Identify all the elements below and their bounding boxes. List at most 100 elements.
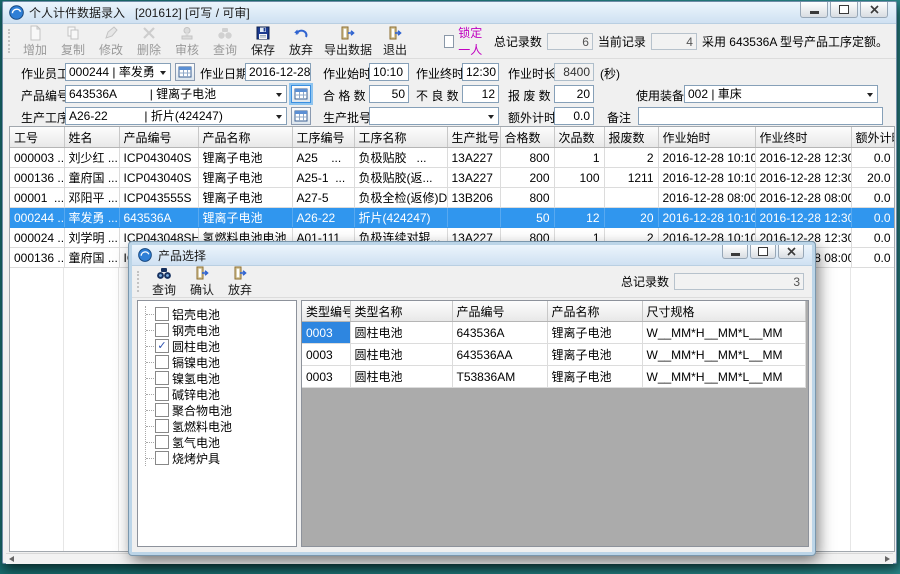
cell[interactable]: 13A227 <box>447 148 500 168</box>
scroll-right-icon[interactable] <box>885 556 890 562</box>
worker-lookup-button[interactable] <box>175 63 195 81</box>
cell[interactable]: 锂离子电池 <box>198 148 292 168</box>
cell[interactable]: 童府国 ... <box>64 168 119 188</box>
tree-item-4[interactable]: 镍氢电池 <box>146 370 296 386</box>
cell[interactable]: 圆柱电池 <box>350 366 452 388</box>
column-header-8[interactable]: 次品数 <box>554 127 604 148</box>
toolbar-button-7[interactable]: 放弃 <box>282 25 320 57</box>
tree-item-5[interactable]: 碱锌电池 <box>146 386 296 402</box>
cell[interactable]: 20.0 <box>851 168 895 188</box>
cell[interactable]: ICP043040S <box>119 148 198 168</box>
cell[interactable]: 负极全检(返修)D <box>354 188 447 208</box>
cell[interactable]: ICP043555S <box>119 188 198 208</box>
worker-combo[interactable]: 000244 | 率发勇 <box>65 63 171 81</box>
cell[interactable]: 0.0 <box>851 188 895 208</box>
cell[interactable]: 邓阳平 ... <box>64 188 119 208</box>
cell[interactable]: 643536A <box>119 208 198 228</box>
cell[interactable]: 折片(424247) <box>354 208 447 228</box>
unchecked-checkbox-icon[interactable] <box>155 419 169 433</box>
cell[interactable]: 圆柱电池 <box>350 322 452 344</box>
table-row[interactable]: 0003圆柱电池643536A锂离子电池W__MM*H__MM*L__MM <box>302 322 805 344</box>
tree-item-6[interactable]: 聚合物电池 <box>146 402 296 418</box>
cell[interactable]: 0.0 <box>851 148 895 168</box>
cell[interactable]: 000024 ... <box>10 228 64 248</box>
cell[interactable]: A27-5 <box>292 188 354 208</box>
table-row[interactable]: 0003圆柱电池643536AA锂离子电池W__MM*H__MM*L__MM <box>302 344 805 366</box>
cell[interactable]: 000136 ... <box>10 168 64 188</box>
tree-item-3[interactable]: 镉镍电池 <box>146 354 296 370</box>
dialog-restore-button[interactable] <box>750 245 776 259</box>
checked-checkbox-icon[interactable]: ✓ <box>155 339 169 353</box>
cell[interactable]: 000244 ... <box>10 208 64 228</box>
column-header-10[interactable]: 作业始时 <box>658 127 755 148</box>
cell[interactable]: 2016-12-28 10:10 <box>658 168 755 188</box>
toolbar-button-1[interactable]: 确认 <box>183 267 221 296</box>
cell[interactable]: 2016-12-28 12:30 <box>755 168 851 188</box>
cell[interactable]: 0003 <box>302 366 350 388</box>
column-header-12[interactable]: 额外计时 <box>851 127 895 148</box>
cell[interactable]: 0.0 <box>851 208 895 228</box>
cell[interactable]: 负极贴胶 ... <box>354 148 447 168</box>
unchecked-checkbox-icon[interactable] <box>155 323 169 337</box>
tree-item-8[interactable]: 氢气电池 <box>146 434 296 450</box>
cell[interactable]: 刘少红 ... <box>64 148 119 168</box>
cell[interactable]: 2 <box>604 148 658 168</box>
column-header-0[interactable]: 工号 <box>10 127 64 148</box>
cell[interactable]: 1211 <box>604 168 658 188</box>
column-header-3[interactable]: 产品名称 <box>547 301 642 322</box>
work-date-field[interactable]: 2016-12-28 <box>245 63 311 81</box>
column-header-4[interactable]: 工序编号 <box>292 127 354 148</box>
pass-count-field[interactable]: 50 <box>369 85 409 103</box>
toolbar-button-6[interactable]: 保存 <box>244 25 282 57</box>
unchecked-checkbox-icon[interactable] <box>155 307 169 321</box>
dialog-titlebar[interactable]: 产品选择 <box>132 245 812 266</box>
cell[interactable]: A25 ... <box>292 148 354 168</box>
cell[interactable]: ICP043040S <box>119 168 198 188</box>
column-header-3[interactable]: 产品名称 <box>198 127 292 148</box>
cell[interactable]: 刘学明 ... <box>64 228 119 248</box>
table-row[interactable]: 000136 ...童府国 ...ICP043040S锂离子电池A25-1 ..… <box>10 168 895 188</box>
unchecked-checkbox-icon[interactable] <box>155 371 169 385</box>
tree-item-2[interactable]: ✓圆柱电池 <box>146 338 296 354</box>
cell[interactable]: W__MM*H__MM*L__MM <box>642 322 805 344</box>
unchecked-checkbox-icon[interactable] <box>155 355 169 369</box>
tree-item-1[interactable]: 钢壳电池 <box>146 322 296 338</box>
defect-count-field[interactable]: 12 <box>462 85 499 103</box>
cell[interactable]: 13B206 <box>447 188 500 208</box>
product-combo[interactable]: 643536A | 锂离子电池 <box>65 85 287 103</box>
unchecked-checkbox-icon[interactable] <box>155 387 169 401</box>
unchecked-checkbox-icon[interactable] <box>155 435 169 449</box>
cell[interactable]: 12 <box>554 208 604 228</box>
cell[interactable]: 0.0 <box>851 248 895 268</box>
cell[interactable]: 800 <box>500 188 554 208</box>
cell[interactable]: 锂离子电池 <box>547 322 642 344</box>
cell[interactable]: 643536AA <box>452 344 547 366</box>
cell[interactable]: W__MM*H__MM*L__MM <box>642 344 805 366</box>
cell[interactable]: 童府国 ... <box>64 248 119 268</box>
close-button[interactable] <box>860 2 888 18</box>
start-time-field[interactable]: 10:10 <box>369 63 409 81</box>
cell[interactable]: 20 <box>604 208 658 228</box>
table-row[interactable]: 000003 ...刘少红 ...ICP043040S锂离子电池A25 ...负… <box>10 148 895 168</box>
cell[interactable]: 锂离子电池 <box>547 344 642 366</box>
toolbar-button-2[interactable]: 放弃 <box>221 267 259 296</box>
cell[interactable]: 2016-12-28 10:10 <box>658 148 755 168</box>
cell[interactable]: A26-22 <box>292 208 354 228</box>
column-header-2[interactable]: 产品编号 <box>119 127 198 148</box>
process-lookup-button[interactable] <box>291 107 311 125</box>
cell[interactable]: 1 <box>554 148 604 168</box>
cell[interactable]: 000136 ... <box>10 248 64 268</box>
cell[interactable]: 50 <box>500 208 554 228</box>
cell[interactable] <box>447 208 500 228</box>
toolbar-button-9[interactable]: 退出 <box>376 25 414 57</box>
cell[interactable]: 643536A <box>452 322 547 344</box>
cell[interactable]: T53836AM <box>452 366 547 388</box>
product-lookup-button[interactable] <box>291 85 311 103</box>
scroll-left-icon[interactable] <box>9 556 14 562</box>
column-header-6[interactable]: 生产批号 <box>447 127 500 148</box>
batch-combo[interactable] <box>369 107 499 125</box>
column-header-2[interactable]: 产品编号 <box>452 301 547 322</box>
table-row[interactable]: 0003圆柱电池T53836AM锂离子电池W__MM*H__MM*L__MM <box>302 366 805 388</box>
column-header-11[interactable]: 作业终时 <box>755 127 851 148</box>
table-row[interactable]: 000244 ...率发勇 ...643536A锂离子电池A26-22折片(42… <box>10 208 895 228</box>
